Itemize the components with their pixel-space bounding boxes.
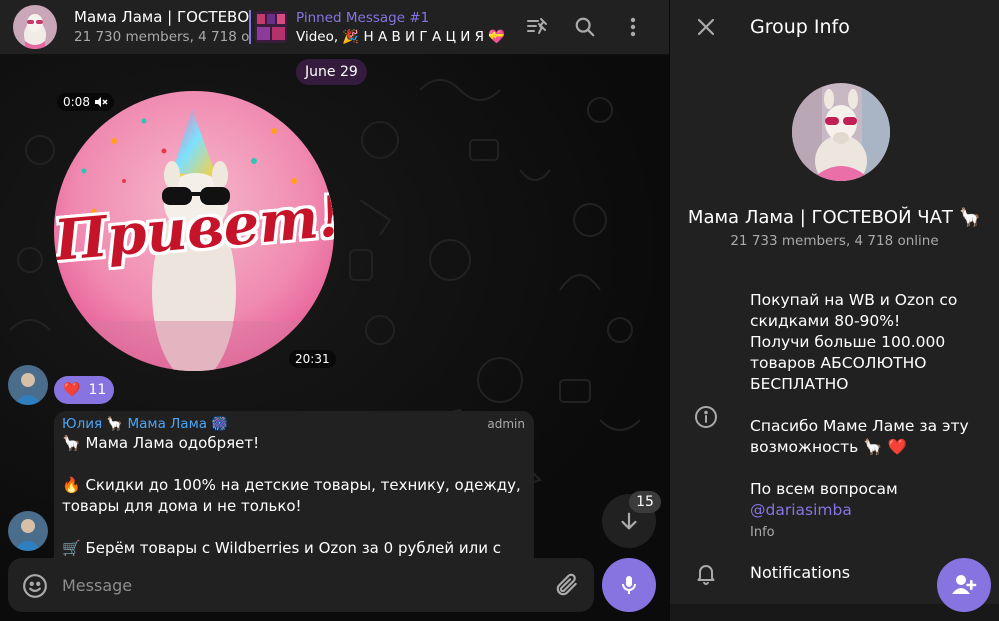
pinned-message-title[interactable]: Pinned Message #1 (296, 10, 429, 26)
video-timestamp: 20:31 (289, 350, 336, 368)
admin-badge: admin (487, 417, 525, 431)
pinned-indicator-bar (249, 10, 251, 44)
chat-header[interactable]: Мама Лама | ГОСТЕВО 21 730 members, 4 71… (0, 0, 669, 55)
group-name: Мама Лама | ГОСТЕВОЙ ЧАТ 🦙 (687, 207, 982, 228)
description-line: скидками 80-90%! (750, 312, 901, 330)
pinned-thumbnail[interactable] (255, 11, 287, 43)
paperclip-icon[interactable] (554, 572, 580, 598)
search-icon (575, 17, 595, 37)
group-profile-photo[interactable] (792, 83, 890, 181)
bell-icon (697, 565, 715, 585)
reaction-count: 11 (88, 382, 107, 398)
microphone-icon (622, 576, 636, 594)
date-separator: June 29 (296, 59, 367, 85)
group-description: Покупай на WB и Ozon со скидками 80-90%!… (750, 290, 985, 521)
arrow-down-icon (621, 512, 637, 530)
pinned-message-text[interactable]: Video, 🎉 Н А В И Г А Ц И Я 💝 (296, 29, 505, 45)
description-line: Получи больше 100.000 (750, 333, 946, 351)
close-panel-button[interactable] (692, 13, 720, 41)
pinned-list-icon (527, 18, 547, 34)
message-input[interactable] (62, 558, 532, 612)
message-line: 🔥 Скидки до 100% на детские товары, техн… (62, 476, 521, 494)
chat-area: Мама Лама | ГОСТЕВО 21 730 members, 4 71… (0, 0, 669, 621)
close-icon (697, 18, 715, 36)
more-button[interactable] (618, 12, 648, 42)
record-voice-button[interactable] (602, 558, 656, 612)
description-line: возможность 🦙 ❤️ (750, 438, 907, 456)
sender-avatar[interactable] (8, 511, 48, 551)
muted-speaker-icon (94, 97, 108, 107)
search-button[interactable] (570, 12, 600, 42)
emoji-icon[interactable] (22, 573, 48, 599)
description-line: Спасибо Маме Ламе за эту (750, 417, 969, 435)
message-sender-name[interactable]: Юлия 🦙 Мама Лама 🎆 (62, 416, 228, 432)
info-icon (695, 406, 717, 428)
video-duration-text: 0:08 (63, 95, 90, 109)
round-video-message[interactable]: Привет! (54, 91, 334, 371)
notifications-setting[interactable]: Notifications (750, 563, 850, 582)
unread-count-badge: 15 (629, 491, 661, 513)
panel-title: Group Info (750, 16, 850, 38)
group-member-count: 21 733 members, 4 718 online (730, 233, 939, 249)
chat-title: Мама Лама | ГОСТЕВО (74, 8, 250, 26)
message-line: товары для дома и не только! (62, 497, 302, 515)
add-user-icon (952, 575, 977, 594)
reaction-chip[interactable]: ❤️ 11 (54, 376, 114, 404)
description-line: товаров АБСОЛЮТНО (750, 354, 927, 372)
description-line: Покупай на WB и Ozon со (750, 291, 958, 309)
video-duration[interactable]: 0:08 (57, 93, 114, 111)
more-vertical-icon (630, 17, 636, 37)
description-line: БЕСПЛАТНО (750, 375, 849, 393)
message-composer[interactable] (8, 558, 594, 612)
description-line: По всем вопросам (750, 480, 898, 498)
heart-reaction-icon: ❤️ (63, 382, 81, 398)
contact-username-link[interactable]: @dariasimba (750, 500, 985, 521)
chat-member-count: 21 730 members, 4 718 on (74, 29, 250, 45)
info-section-label: Info (750, 525, 775, 540)
message-bubble[interactable]: Юлия 🦙 Мама Лама 🎆 admin 🦙 Мама Лама одо… (54, 411, 534, 561)
pinned-list-button[interactable] (522, 12, 552, 42)
sender-avatar[interactable] (8, 365, 48, 405)
group-info-panel: Group Info Мама Лама | ГОСТЕВОЙ ЧАТ 🦙 21… (670, 0, 999, 621)
add-member-button[interactable] (937, 558, 991, 612)
message-line: 🛒 Берём товары с Wildberries и Ozon за 0… (62, 539, 502, 557)
group-avatar[interactable] (13, 5, 57, 49)
message-line: 🦙 Мама Лама одобряет! (62, 434, 260, 452)
